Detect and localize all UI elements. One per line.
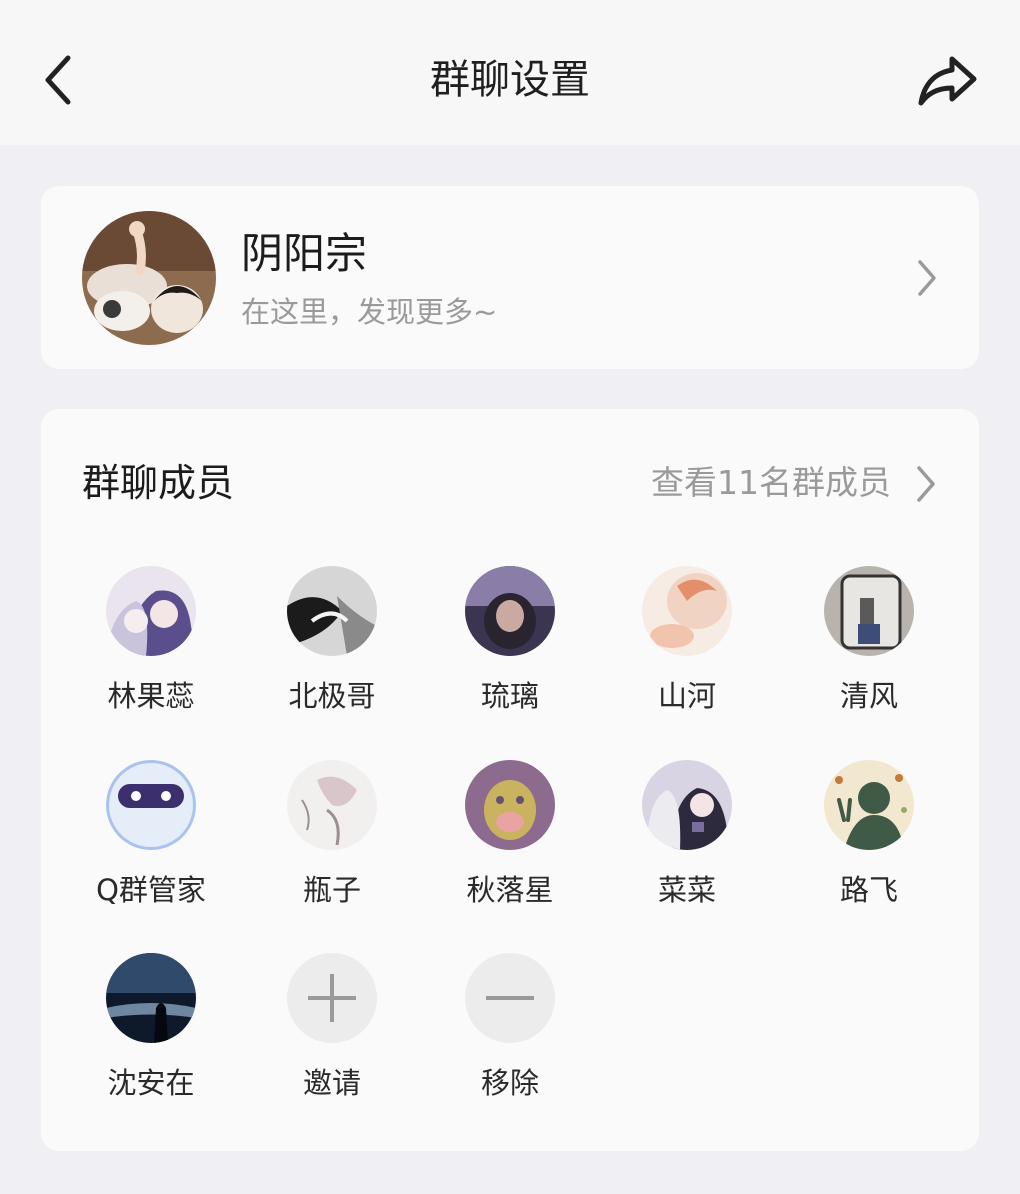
member-item[interactable]: 秋落星 [425, 760, 595, 930]
member-avatar [106, 760, 196, 850]
member-item[interactable]: 琉璃 [425, 566, 595, 736]
member-avatar [465, 760, 555, 850]
member-name: 瓶子 [302, 873, 361, 907]
invite-label: 邀请 [302, 1066, 361, 1100]
member-item[interactable]: Q群管家 [66, 760, 236, 930]
member-name: Q群管家 [96, 873, 206, 907]
member-name: 北极哥 [288, 679, 376, 713]
chevron-right-icon [917, 466, 935, 502]
group-info-card[interactable]: 阴阳宗 在这里，发现更多~ [41, 186, 979, 369]
member-name: 沈安在 [107, 1066, 195, 1100]
view-all-members-label: 查看11名群成员 [651, 463, 891, 502]
member-avatar [642, 566, 732, 656]
member-item[interactable]: 菜菜 [602, 760, 772, 930]
top-bar: 群聊设置 [0, 0, 1020, 145]
remove-button[interactable]: 移除 [425, 953, 595, 1123]
plus-icon [308, 974, 356, 1022]
member-item[interactable]: 路飞 [784, 760, 954, 930]
member-item[interactable]: 清风 [784, 566, 954, 736]
member-avatar [287, 566, 377, 656]
group-description: 在这里，发现更多~ [241, 295, 498, 329]
minus-icon [486, 996, 534, 1000]
member-name: 山河 [657, 679, 716, 713]
members-section-title: 群聊成员 [82, 461, 235, 505]
member-item[interactable]: 林果蕊 [66, 566, 236, 736]
member-item[interactable]: 沈安在 [66, 953, 236, 1123]
members-card: 群聊成员 查看11名群成员 林果蕊 北极哥 琉璃 山河 清风 Q群管家 瓶子 秋… [41, 409, 979, 1151]
member-name: 路飞 [839, 873, 898, 907]
chevron-right-icon [918, 260, 936, 296]
member-name: 菜菜 [657, 873, 716, 907]
group-avatar [82, 211, 216, 345]
member-name: 琉璃 [480, 679, 539, 713]
member-item[interactable]: 山河 [602, 566, 772, 736]
member-item[interactable]: 瓶子 [247, 760, 417, 930]
remove-circle [465, 953, 555, 1043]
page-title: 群聊设置 [430, 57, 590, 103]
member-name: 清风 [839, 679, 898, 713]
member-avatar [824, 566, 914, 656]
member-avatar [287, 760, 377, 850]
member-avatar [106, 953, 196, 1043]
invite-button[interactable]: 邀请 [247, 953, 417, 1123]
group-name: 阴阳宗 [241, 229, 368, 278]
member-name: 林果蕊 [107, 679, 195, 713]
member-item[interactable]: 北极哥 [247, 566, 417, 736]
remove-label: 移除 [480, 1066, 539, 1100]
view-all-members-link[interactable]: 查看11名群成员 [651, 457, 951, 509]
member-avatar [642, 760, 732, 850]
invite-circle [287, 953, 377, 1043]
share-button[interactable] [912, 48, 984, 112]
member-name: 秋落星 [466, 873, 554, 907]
member-avatar [465, 566, 555, 656]
member-avatar [106, 566, 196, 656]
member-avatar [824, 760, 914, 850]
share-arrow-icon [918, 56, 977, 106]
